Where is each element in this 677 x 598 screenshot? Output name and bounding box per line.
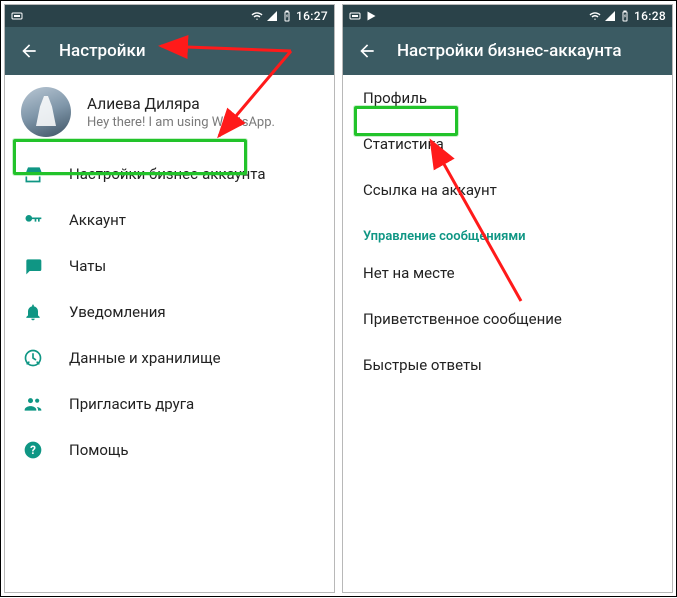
battery-icon	[281, 10, 293, 22]
profile-status: Hey there! I am using WhatsApp.	[87, 115, 275, 130]
row-label: Данные и хранилище	[69, 349, 221, 367]
play-icon	[365, 10, 377, 22]
statusbar-left: 16:27	[5, 5, 334, 27]
signal-icon	[604, 10, 616, 22]
help-icon: ?	[23, 440, 43, 460]
row-help[interactable]: ? Помощь	[5, 427, 334, 473]
back-icon[interactable]	[19, 41, 39, 61]
kb-icon	[11, 10, 23, 22]
row-notifications[interactable]: Уведомления	[5, 289, 334, 335]
appbar-title-right: Настройки бизнес-аккаунта	[397, 41, 622, 61]
row-away[interactable]: Нет на месте	[343, 250, 672, 296]
wifi-icon	[251, 10, 263, 22]
svg-text:?: ?	[30, 443, 36, 457]
row-label: Аккаунт	[69, 211, 126, 229]
row-account[interactable]: Аккаунт	[5, 197, 334, 243]
row-invite-friend[interactable]: Пригласить друга	[5, 381, 334, 427]
statusbar-right: 16:28	[343, 5, 672, 27]
profile-name: Алиева Диляра	[87, 95, 275, 113]
appbar-right: Настройки бизнес-аккаунта	[343, 27, 672, 75]
chat-icon	[23, 256, 43, 276]
section-header-messages: Управление сообщениями	[343, 213, 672, 250]
phone-right: 16:28 Настройки бизнес-аккаунта Профиль …	[342, 4, 673, 593]
back-icon[interactable]	[357, 41, 377, 61]
appbar-left: Настройки	[5, 27, 334, 75]
key-icon	[23, 210, 43, 230]
row-label: Уведомления	[69, 303, 166, 321]
signal-icon	[266, 10, 278, 22]
kb-icon	[349, 10, 361, 22]
bell-icon	[23, 302, 43, 322]
battery-icon	[619, 10, 631, 22]
profile-row[interactable]: Алиева Диляра Hey there! I am using What…	[5, 75, 334, 151]
phone-left: 16:27 Настройки Алиева Диляра Hey there!…	[4, 4, 335, 593]
row-label: Чаты	[69, 257, 106, 275]
data-icon	[23, 348, 43, 368]
row-account-link[interactable]: Ссылка на аккаунт	[343, 167, 672, 213]
clock-right: 16:28	[634, 9, 666, 23]
clock-left: 16:27	[296, 9, 328, 23]
row-statistics[interactable]: Статистика	[343, 121, 672, 167]
row-chats[interactable]: Чаты	[5, 243, 334, 289]
row-label: Помощь	[69, 441, 129, 459]
row-profile[interactable]: Профиль	[343, 75, 672, 121]
people-icon	[23, 394, 43, 414]
row-label: Настройки бизнес-аккаунта	[69, 165, 266, 183]
avatar	[21, 87, 71, 137]
row-data-storage[interactable]: Данные и хранилище	[5, 335, 334, 381]
row-quick-replies[interactable]: Быстрые ответы	[343, 342, 672, 388]
wifi-icon	[589, 10, 601, 22]
row-label: Пригласить друга	[69, 395, 194, 413]
row-business-settings[interactable]: Настройки бизнес-аккаунта	[5, 151, 334, 197]
row-greeting[interactable]: Приветственное сообщение	[343, 296, 672, 342]
appbar-title-left: Настройки	[59, 41, 146, 61]
storefront-icon	[23, 164, 43, 184]
